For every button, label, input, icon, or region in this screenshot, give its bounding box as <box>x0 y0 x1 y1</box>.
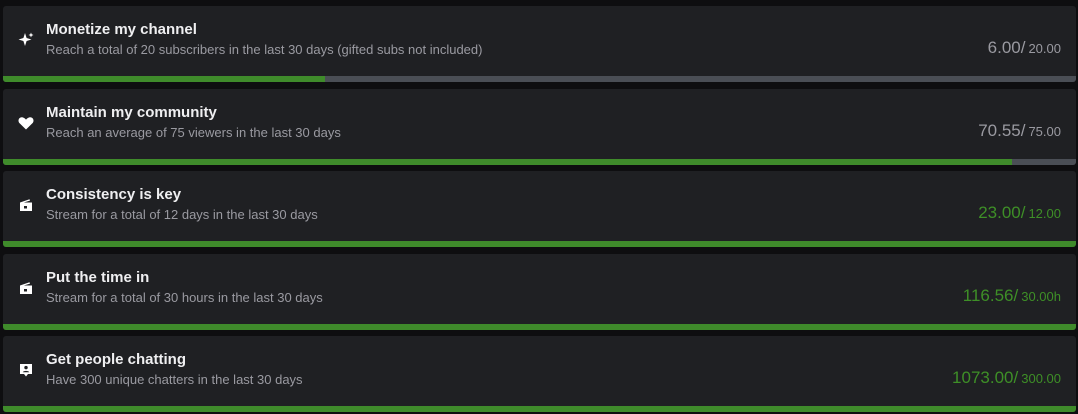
goal-current-value: 116.56/ <box>962 286 1019 305</box>
goal-card-community: Maintain my community Reach an average o… <box>3 89 1076 165</box>
goal-current-value: 1073.00/ <box>952 368 1019 387</box>
goal-progress-fill <box>3 406 1076 412</box>
goal-card-monetize: Monetize my channel Reach a total of 20 … <box>3 6 1076 82</box>
goal-progress-bar <box>3 159 1076 165</box>
goal-description: Stream for a total of 30 hours in the la… <box>46 290 323 305</box>
sparkle-icon <box>17 31 35 49</box>
goal-current-value: 6.00/ <box>987 38 1026 57</box>
goal-card-consistency: Consistency is key Stream for a total of… <box>3 171 1076 247</box>
goal-progress-text: 116.56/30.00h <box>963 286 1061 306</box>
broadcast-icon <box>17 279 35 297</box>
goal-progress-text: 23.00/12.00 <box>978 203 1061 223</box>
goal-progress-fill <box>3 159 1013 165</box>
goal-progress-text: 70.55/75.00 <box>978 121 1061 141</box>
goal-progress-bar <box>3 406 1076 412</box>
goal-title: Put the time in <box>46 269 150 286</box>
goal-description: Reach an average of 75 viewers in the la… <box>46 125 341 140</box>
goal-target-value: 75.00 <box>1028 124 1061 139</box>
goal-list: Monetize my channel Reach a total of 20 … <box>0 0 1078 414</box>
goal-progress-bar <box>3 324 1076 330</box>
goal-card-time: Put the time in Stream for a total of 30… <box>3 254 1076 330</box>
goal-title: Get people chatting <box>46 351 187 368</box>
goal-progress-fill <box>3 324 1076 330</box>
goal-progress-text: 1073.00/300.00 <box>952 368 1061 388</box>
goal-current-value: 70.55/ <box>978 121 1026 140</box>
goal-progress-bar <box>3 241 1076 247</box>
broadcast-icon <box>17 196 35 214</box>
goal-target-value: 20.00 <box>1028 41 1061 56</box>
goal-progress-bar <box>3 76 1076 82</box>
goal-progress-text: 6.00/20.00 <box>988 38 1061 58</box>
goal-current-value: 23.00/ <box>978 203 1026 222</box>
goal-target-value: 300.00 <box>1021 371 1061 386</box>
goal-progress-fill <box>3 241 1076 247</box>
goal-title: Maintain my community <box>46 104 217 121</box>
goal-description: Stream for a total of 12 days in the las… <box>46 207 318 222</box>
goal-target-value: 12.00 <box>1028 206 1061 221</box>
goal-card-chatting: Get people chatting Have 300 unique chat… <box>3 336 1076 412</box>
goal-progress-fill <box>3 76 325 82</box>
goal-title: Monetize my channel <box>46 21 197 38</box>
goal-target-value: 30.00h <box>1021 289 1061 304</box>
chat-bubble-icon <box>17 361 35 379</box>
heart-icon <box>17 114 35 132</box>
goal-description: Reach a total of 20 subscribers in the l… <box>46 42 483 57</box>
goal-title: Consistency is key <box>46 186 182 203</box>
goal-description: Have 300 unique chatters in the last 30 … <box>46 372 303 387</box>
